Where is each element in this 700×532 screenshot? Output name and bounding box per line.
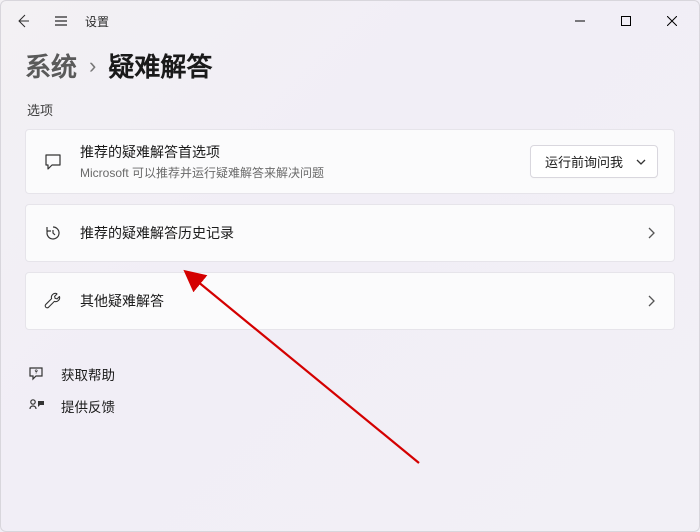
card-subtitle: Microsoft 可以推荐并运行疑难解答来解决问题 xyxy=(80,164,514,181)
titlebar: 设置 xyxy=(1,1,699,41)
close-icon xyxy=(667,16,677,26)
history-icon xyxy=(43,223,63,243)
app-title: 设置 xyxy=(85,13,109,30)
card-other-troubleshooters[interactable]: 其他疑难解答 xyxy=(25,272,675,330)
chevron-down-icon xyxy=(635,156,647,168)
help-bubble-icon: ? xyxy=(28,365,46,383)
breadcrumb-separator: › xyxy=(89,53,96,79)
svg-text:?: ? xyxy=(35,370,39,376)
link-label: 提供反馈 xyxy=(61,396,115,416)
dropdown-value: 运行前询问我 xyxy=(545,152,623,171)
give-feedback-link[interactable]: 提供反馈 xyxy=(25,390,675,422)
link-label: 获取帮助 xyxy=(61,364,115,384)
minimize-button[interactable] xyxy=(557,5,603,37)
chevron-right-icon xyxy=(644,294,658,308)
close-button[interactable] xyxy=(649,5,695,37)
maximize-icon xyxy=(621,16,631,26)
section-label: 选项 xyxy=(27,100,675,119)
minimize-icon xyxy=(575,16,585,26)
help-links: ? 获取帮助 提供反馈 xyxy=(25,358,675,422)
card-title: 推荐的疑难解答首选项 xyxy=(80,142,514,162)
card-history[interactable]: 推荐的疑难解答历史记录 xyxy=(25,204,675,262)
hamburger-icon xyxy=(53,13,69,29)
breadcrumb: 系统 › 疑难解答 xyxy=(25,47,675,84)
card-title: 推荐的疑难解答历史记录 xyxy=(80,223,628,243)
back-arrow-icon xyxy=(15,13,31,29)
breadcrumb-parent[interactable]: 系统 xyxy=(25,47,77,84)
card-title: 其他疑难解答 xyxy=(80,291,628,311)
page-title: 疑难解答 xyxy=(108,47,212,84)
chat-bubble-icon xyxy=(43,152,63,172)
maximize-button[interactable] xyxy=(603,5,649,37)
card-recommended-preferences: 推荐的疑难解答首选项 Microsoft 可以推荐并运行疑难解答来解决问题 运行… xyxy=(25,129,675,194)
chevron-right-icon xyxy=(644,226,658,240)
feedback-icon xyxy=(28,397,46,415)
get-help-link[interactable]: ? 获取帮助 xyxy=(25,358,675,390)
menu-button[interactable] xyxy=(43,3,79,39)
recommended-action-dropdown[interactable]: 运行前询问我 xyxy=(530,145,658,178)
wrench-icon xyxy=(43,291,63,311)
back-button[interactable] xyxy=(5,3,41,39)
